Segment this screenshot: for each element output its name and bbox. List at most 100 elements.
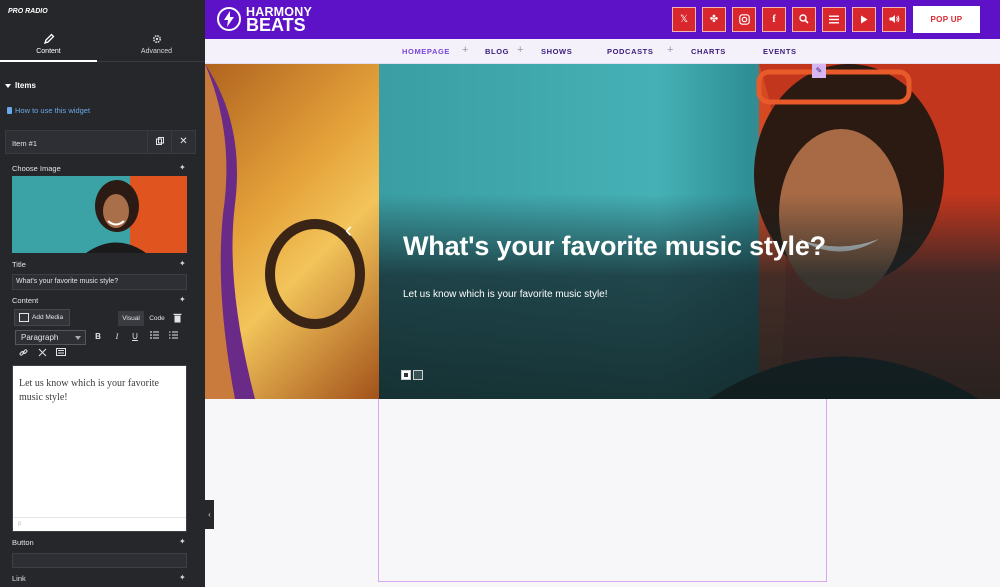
widget-outline [378,399,827,582]
help-link-label: How to use this widget [15,106,91,115]
site-header: HARMONY BEATS 𝕏 ✤ f POP UP [205,0,1000,39]
chevron-left-icon[interactable]: ‹ [345,219,352,241]
chevron-down-icon [75,336,81,340]
dynamic-tags-icon[interactable]: ✦ [179,164,187,172]
previous-slide-image [205,64,379,399]
plus-icon[interactable]: + [517,44,523,56]
add-media-label: Add Media [32,314,64,321]
search-button[interactable] [792,7,816,32]
slack-button[interactable]: ✤ [702,7,726,32]
editor-panel: PRO RADIO Content Advanced Items How to … [0,0,205,587]
title-field-label: Title [12,260,26,269]
facebook-icon: f [772,14,776,25]
x-icon: 𝕏 [679,14,689,25]
link-icon [19,349,27,356]
add-media-button[interactable]: Add Media [14,309,70,326]
nav-item-shows[interactable]: SHOWS [541,47,572,56]
x-button[interactable]: 𝕏 [672,7,696,32]
main-nav: HOMEPAGE + BLOG + SHOWS PODCASTS + CHART… [205,39,1000,64]
tab-advanced[interactable]: Advanced [108,31,205,62]
format-select[interactable]: Paragraph [15,330,86,345]
hero-slider[interactable]: ‹ What's your favorite music style? Let … [205,64,1000,399]
tab-advanced-label: Advanced [140,48,173,55]
close-icon: ✕ [179,136,188,147]
editor-text[interactable]: Let us know which is your favorite music… [19,377,179,405]
image-thumbnail[interactable] [12,176,187,253]
pencil-icon [43,33,54,45]
brand-line-2: BEATS [246,15,306,35]
plus-icon[interactable]: + [462,44,468,56]
tab-code[interactable]: Code [145,311,169,326]
slack-icon: ✤ [709,14,719,25]
repeater-item[interactable]: Item #1 ✕ [5,130,196,154]
section-items-title: Items [15,81,36,90]
dynamic-tags-icon[interactable]: ✦ [179,260,187,268]
fullscreen-button[interactable] [36,348,48,360]
link-field-label: Link [12,574,26,583]
format-select-value: Paragraph [21,333,59,342]
remove-item-button[interactable]: ✕ [171,131,195,153]
caret-down-icon [5,83,11,88]
tab-visual[interactable]: Visual [118,311,144,326]
content-field-label: Content [12,296,39,305]
dynamic-tags-icon[interactable]: ✦ [179,296,187,304]
nav-item-podcasts[interactable]: PODCASTS [607,47,653,56]
bullet-list-button[interactable] [148,331,160,343]
choose-image-label: Choose Image [12,164,61,173]
button-input[interactable] [12,553,187,568]
edit-widget-pencil-icon[interactable]: ✎ [812,64,826,78]
play-button[interactable] [852,7,876,32]
pro-radio-logo[interactable]: PRO RADIO [8,8,48,15]
search-icon [799,14,809,24]
book-icon [7,107,12,114]
instagram-icon [738,14,750,25]
title-input[interactable]: What's your favorite music style? [12,274,187,290]
editor-path: p [13,517,186,531]
site-preview: HARMONY BEATS 𝕏 ✤ f POP UP HOMEPAGE + BL… [205,0,1000,587]
nav-item-blog[interactable]: BLOG [485,47,509,56]
instagram-button[interactable] [732,7,756,32]
dynamic-tags-icon[interactable]: ✦ [179,538,187,546]
menu-button[interactable] [822,7,846,32]
link-button[interactable] [17,348,29,360]
section-items-toggle[interactable]: Items [5,81,36,90]
copy-icon [155,137,164,146]
italic-button[interactable]: I [111,331,123,343]
popup-button[interactable]: POP UP [913,6,980,33]
slide-dot-2[interactable] [413,370,423,380]
expand-icon [38,348,46,357]
numbered-list-icon [168,331,178,339]
rich-text-editor[interactable]: Let us know which is your favorite music… [12,365,187,532]
slide-title: What's your favorite music style? [403,231,826,261]
tab-content[interactable]: Content [0,31,97,62]
nav-item-homepage[interactable]: HOMEPAGE [402,47,450,56]
help-link[interactable]: How to use this widget [7,106,90,115]
dynamic-tags-icon[interactable]: ✦ [179,574,187,582]
plus-icon[interactable]: + [667,44,673,56]
nav-item-charts[interactable]: CHARTS [691,47,726,56]
keyboard-icon [56,348,66,356]
slide-dot-1[interactable] [401,370,411,380]
bullet-list-icon [149,331,159,339]
gear-icon [152,34,161,44]
media-icon [19,313,29,322]
panel-tabs: Content Advanced [0,31,205,62]
duplicate-item-button[interactable] [147,131,171,153]
volume-icon [889,15,899,24]
underline-button[interactable]: U [129,331,141,343]
toolbar-toggle-button[interactable] [55,348,67,360]
tab-content-label: Content [36,48,61,55]
portrait-image [12,176,187,253]
bold-button[interactable]: B [92,331,104,343]
trash-icon[interactable] [173,313,183,324]
bolt-icon [217,7,241,31]
facebook-button[interactable]: f [762,7,786,32]
repeater-item-title: Item #1 [12,139,38,148]
nav-item-events[interactable]: EVENTS [763,47,797,56]
slide-subtitle: Let us know which is your favorite music… [403,289,608,300]
numbered-list-button[interactable] [167,331,179,343]
menu-icon [829,15,839,24]
play-icon [861,15,868,24]
button-field-label: Button [12,538,34,547]
volume-button[interactable] [882,7,906,32]
